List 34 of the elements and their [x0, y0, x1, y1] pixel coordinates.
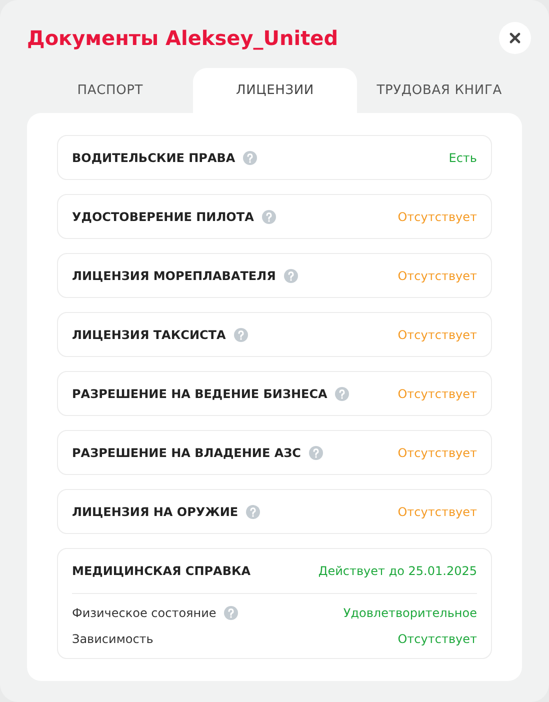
detail-label: Зависимость [72, 631, 154, 648]
license-status: Отсутствует [398, 504, 477, 520]
detail-value: Отсутствует [398, 631, 477, 648]
help-icon[interactable] [335, 386, 350, 400]
license-name: УДОСТОВЕРЕНИЕ ПИЛОТА [72, 208, 254, 226]
license-name: ЛИЦЕНЗИЯ ТАКСИСТА [72, 326, 226, 344]
license-status: Отсутствует [398, 326, 477, 344]
tab[interactable]: ПАСПОРТ [27, 68, 194, 113]
help-icon[interactable] [243, 150, 258, 164]
license-status: Есть [448, 150, 477, 166]
license-status: Отсутствует [398, 444, 477, 462]
certificate-name: МЕДИЦИНСКАЯ СПРАВКА [72, 563, 251, 580]
license-status: Отсутствует [398, 208, 477, 226]
help-icon[interactable] [262, 210, 276, 224]
license-status: Отсутствует [398, 386, 477, 402]
tab[interactable]: ТРУДОВАЯ КНИГА [356, 68, 522, 113]
license-status: Отсутствует [398, 268, 477, 284]
help-icon[interactable] [224, 606, 238, 620]
window-title: Документы Aleksey_United [27, 25, 338, 52]
license-name: РАЗРЕШЕНИЕ НА ВЛАДЕНИЕ АЗС [72, 444, 301, 462]
help-icon[interactable] [234, 328, 248, 342]
license-name: ЛИЦЕНЗИЯ МОРЕПЛАВАТЕЛЯ [72, 268, 276, 284]
close-button[interactable] [499, 22, 531, 54]
license-name: ВОДИТЕЛЬСКИЕ ПРАВА [72, 150, 236, 166]
tab[interactable]: ЛИЦЕНЗИИ [193, 68, 357, 113]
detail-value: Удовлетворительное [343, 605, 477, 622]
help-icon[interactable] [308, 446, 323, 460]
license-name: ЛИЦЕНЗИЯ НА ОРУЖИЕ [72, 504, 238, 520]
help-icon[interactable] [284, 268, 298, 282]
help-icon[interactable] [246, 504, 260, 518]
license-name: РАЗРЕШЕНИЕ НА ВЕДЕНИЕ БИЗНЕСА [72, 386, 328, 402]
close-icon [509, 32, 521, 44]
certificate-status: Действует до 25.01.2025 [318, 563, 477, 580]
detail-label: Физическое состояние [72, 605, 216, 622]
